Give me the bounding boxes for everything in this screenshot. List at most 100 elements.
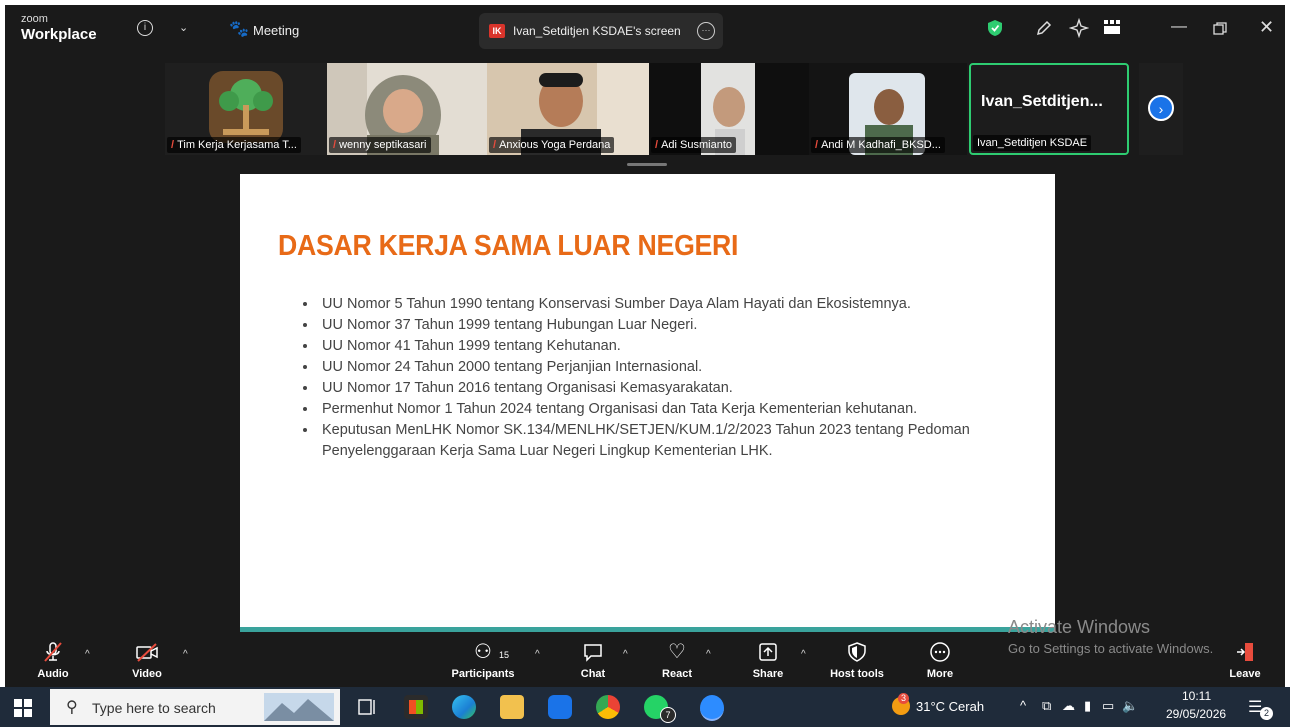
annotate-pen-icon[interactable]	[1035, 19, 1053, 37]
brand-small: zoom	[21, 13, 48, 25]
chat-icon	[584, 644, 602, 662]
show-hidden-icons[interactable]: ^	[1020, 698, 1026, 713]
bullet-item: UU Nomor 5 Tahun 1990 tentang Konservasi…	[318, 294, 1038, 315]
shared-slide: DASAR KERJA SAMA LUAR NEGERI UU Nomor 5 …	[240, 174, 1055, 632]
participant-tile[interactable]: / Adi Susmianto	[649, 63, 809, 155]
mic-muted-icon: /	[171, 139, 175, 151]
leave-label: Leave	[1229, 668, 1261, 680]
mic-muted-icon: /	[815, 139, 819, 151]
volume-icon[interactable]: 🔈	[1122, 698, 1138, 714]
brand-big: Workplace	[21, 26, 97, 43]
sharer-badge: IK	[489, 24, 505, 38]
bullet-item: UU Nomor 24 Tahun 2000 tentang Perjanjia…	[318, 357, 1038, 378]
participant-tile[interactable]: / Andi M Kadhafi_BKSD...	[809, 63, 967, 155]
video-off-icon	[136, 643, 158, 662]
participant-tile[interactable]: / Tim Kerja Kerjasama T...	[165, 63, 327, 155]
windows-start-icon[interactable]	[14, 699, 32, 717]
weather-text[interactable]: 31°C Cerah	[916, 699, 984, 714]
tray-device-icon[interactable]: ⧉	[1042, 698, 1051, 714]
search-placeholder: Type here to search	[92, 700, 216, 716]
more-options-icon[interactable]: ···	[697, 22, 715, 40]
bullet-item: Keputusan MenLHK Nomor SK.134/MENLHK/SET…	[318, 420, 1038, 462]
info-icon[interactable]: i	[137, 20, 153, 36]
audio-options-caret[interactable]: ^	[85, 649, 90, 660]
more-label: More	[926, 668, 954, 680]
whatsapp-badge: 7	[660, 707, 676, 723]
share-options-caret[interactable]: ^	[801, 649, 806, 660]
shield-check-icon[interactable]	[987, 19, 1003, 37]
paw-icon: 🐾	[229, 21, 249, 38]
activation-watermark: Activate Windows	[1008, 617, 1151, 637]
windows-taskbar: ⚲ Type here to search 7 3 31°C Cerah ^ ⧉…	[0, 687, 1290, 727]
bullet-item: UU Nomor 17 Tahun 2016 tentang Organisas…	[318, 378, 1038, 399]
zoom-app-icon[interactable]	[700, 695, 724, 721]
mic-muted-icon: /	[333, 139, 337, 151]
meeting-label: Meeting	[253, 23, 300, 38]
share-screen-icon	[759, 643, 777, 661]
mic-muted-icon: /	[655, 139, 659, 151]
react-button[interactable]: ♡ React	[642, 632, 712, 687]
tray-app-icon[interactable]: ☁	[1062, 698, 1075, 714]
tree-logo-avatar	[209, 71, 283, 143]
minimize-icon[interactable]: —	[1171, 18, 1187, 36]
task-view-icon[interactable]	[356, 695, 380, 719]
participant-tile[interactable]: / wenny septikasari	[327, 63, 487, 155]
video-button[interactable]: Video	[112, 632, 182, 687]
edge-icon[interactable]	[452, 695, 476, 719]
mic-muted-icon: /	[493, 139, 497, 151]
audio-button[interactable]: Audio	[18, 632, 88, 687]
shield-icon	[848, 642, 866, 662]
more-button[interactable]: More	[905, 632, 975, 687]
screen-share-tab[interactable]: IK Ivan_Setditjen KSDAE's screen ···	[479, 13, 723, 49]
bullet-item: UU Nomor 41 Tahun 1999 tentang Kehutanan…	[318, 336, 1038, 357]
video-options-caret[interactable]: ^	[183, 649, 188, 660]
react-options-caret[interactable]: ^	[706, 649, 711, 660]
participant-display-name: Ivan_Setditjen...	[981, 93, 1103, 110]
tray-usb-icon[interactable]: ▮	[1084, 698, 1091, 714]
file-explorer-icon[interactable]	[500, 695, 524, 719]
store-icon[interactable]	[404, 695, 428, 719]
slide-title: DASAR KERJA SAMA LUAR NEGERI	[278, 230, 739, 262]
participant-tile[interactable]: / Anxious Yoga Perdana	[487, 63, 649, 155]
react-label: React	[662, 668, 692, 680]
chevron-down-icon[interactable]: ⌄	[179, 21, 188, 34]
outlook-icon[interactable]	[548, 695, 572, 719]
participants-options-caret[interactable]: ^	[535, 649, 540, 660]
share-label: Share	[752, 668, 784, 680]
chrome-icon[interactable]	[596, 695, 620, 719]
search-highlight-image	[264, 693, 334, 721]
zoom-logo: zoom Workplace	[21, 13, 97, 43]
participant-name: / wenny septikasari	[329, 137, 431, 153]
active-speaker-tile[interactable]: Ivan_Setditjen... Ivan_Setditjen KSDAE	[969, 63, 1129, 155]
apps-icon[interactable]	[1103, 19, 1121, 35]
close-icon[interactable]: ✕	[1259, 17, 1274, 38]
chat-options-caret[interactable]: ^	[623, 649, 628, 660]
participant-name: Ivan_Setditjen KSDAE	[973, 135, 1092, 151]
search-icon: ⚲	[66, 699, 78, 716]
share-button[interactable]: Share	[733, 632, 803, 687]
participant-name: / Andi M Kadhafi_BKSD...	[811, 137, 945, 153]
video-label: Video	[132, 668, 162, 680]
ai-companion-icon[interactable]	[1069, 18, 1089, 38]
participant-name: / Adi Susmianto	[651, 137, 736, 153]
title-bar: zoom Workplace i ⌄ 🐾 Meeting IK Ivan_Set…	[5, 5, 1285, 57]
resize-handle[interactable]	[627, 163, 667, 166]
restore-icon[interactable]	[1213, 22, 1227, 36]
clock-time[interactable]: 10:11	[1182, 689, 1211, 703]
bullet-item: Permenhut Nomor 1 Tahun 2024 tentang Org…	[318, 399, 1038, 420]
audio-label: Audio	[37, 668, 69, 680]
host-tools-button[interactable]: Host tools	[822, 632, 892, 687]
bullet-item: UU Nomor 37 Tahun 1999 tentang Hubungan …	[318, 315, 1038, 336]
chat-button[interactable]: Chat	[558, 632, 628, 687]
participant-video-strip: / Tim Kerja Kerjasama T... / wenny septika…	[5, 63, 1285, 155]
leave-button[interactable]: Leave	[1210, 632, 1280, 687]
clock-date[interactable]: 29/05/2026	[1166, 707, 1226, 721]
host-tools-label: Host tools	[830, 668, 884, 680]
more-icon	[930, 642, 950, 662]
mic-muted-icon	[44, 642, 62, 662]
next-page-button[interactable]: ›	[1148, 95, 1174, 121]
network-icon[interactable]: ▭	[1102, 698, 1114, 714]
screen-share-label: Ivan_Setditjen KSDAE's screen	[513, 24, 681, 38]
taskbar-search[interactable]: ⚲ Type here to search	[50, 689, 340, 725]
participant-name: / Anxious Yoga Perdana	[489, 137, 615, 153]
